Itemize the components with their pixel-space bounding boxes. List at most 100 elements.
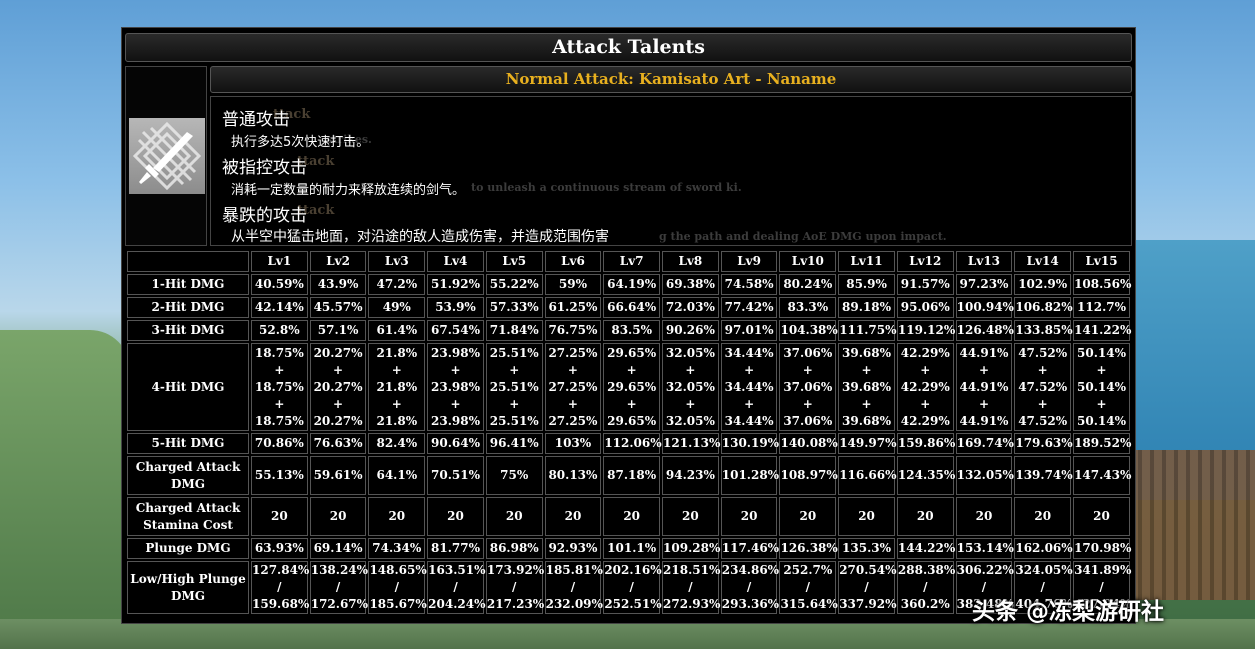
value-part: 185.67% xyxy=(369,597,427,611)
value-cell: 169.74% xyxy=(955,433,1014,454)
value-part: 138.24% xyxy=(310,563,369,577)
value-cell: 96.41% xyxy=(485,433,543,454)
section-heading: 暴跌的攻击 xyxy=(222,206,307,226)
background-dock xyxy=(1130,450,1255,600)
value-cell: 130.19% xyxy=(720,433,779,454)
value-cell: 74.58% xyxy=(720,274,778,295)
value-part: 232.09% xyxy=(545,597,603,611)
value-cell: 112.7% xyxy=(1073,297,1130,318)
level-header: Lv14 xyxy=(1014,251,1072,272)
value-part: 23.98% xyxy=(431,379,480,394)
value-part: 25.51% xyxy=(489,413,539,428)
value-cell: 100.94% xyxy=(955,297,1014,318)
value-cell: 40.59% xyxy=(251,274,308,295)
value-cell: 95.06% xyxy=(896,297,954,318)
value-joiner: / xyxy=(746,580,752,594)
value-part: 47.52% xyxy=(1018,379,1068,394)
value-cell: 77.42% xyxy=(720,297,778,318)
value-cell: 47.52% +47.52% +47.52% xyxy=(1014,343,1072,431)
value-part: 21.8% xyxy=(376,345,418,360)
value-part: 185.81% xyxy=(545,563,603,577)
value-cell: 63.93% xyxy=(251,538,308,559)
value-part: 252.51% xyxy=(604,597,662,611)
table-row: 4-Hit DMG 18.75% +18.75% +18.75% 20.27% +20.2… xyxy=(127,343,1130,431)
table-row: 3-Hit DMG 52.8% 57.1% 61.4% 67.54% 71.84% 76.7… xyxy=(127,320,1131,341)
value-joiner: + xyxy=(744,362,755,377)
value-cell: 18.75% +18.75% +18.75% xyxy=(251,343,308,431)
value-part: 34.44% xyxy=(724,413,774,428)
section-heading: 被指控攻击 xyxy=(222,158,307,178)
value-cell: 270.54% / 337.92% xyxy=(838,561,897,614)
value-cell: 64.1% xyxy=(368,456,426,495)
value-cell: 55.22% xyxy=(485,274,543,295)
value-cell: 20 xyxy=(838,497,895,536)
value-part: 37.06% xyxy=(783,413,833,428)
value-cell: 218.51% / 272.93% xyxy=(662,561,720,614)
row-label: 4-Hit DMG xyxy=(127,343,249,431)
value-cell: 27.25% +27.25% +27.25% xyxy=(544,343,602,431)
value-cell: 69.14% xyxy=(309,538,367,559)
level-header: Lv7 xyxy=(603,251,661,272)
value-cell: 20 xyxy=(1014,497,1072,536)
value-cell: 20 xyxy=(427,497,484,536)
value-cell: 159.86% xyxy=(896,433,955,454)
row-label: Plunge DMG xyxy=(127,538,249,559)
value-cell: 45.57% xyxy=(309,297,367,318)
value-part: 341.89% xyxy=(1074,563,1132,577)
table-header-row: Lv1 Lv2 Lv3 Lv4 Lv5 Lv6 Lv7 Lv8 Lv9 Lv10 Lv11 Lv12 L… xyxy=(127,251,1130,272)
value-part: 34.44% xyxy=(724,345,774,360)
value-cell: 132.05% xyxy=(955,456,1014,495)
level-header: Lv3 xyxy=(368,251,426,272)
value-cell: 148.65% / 185.67% xyxy=(368,561,427,614)
value-part: 21.8% xyxy=(376,413,418,428)
value-cell: 149.97% xyxy=(838,433,897,454)
value-joiner: + xyxy=(626,396,637,411)
value-part: 32.05% xyxy=(665,379,715,394)
value-cell: 20.27% +20.27% +20.27% xyxy=(309,343,367,431)
value-cell: 97.23% xyxy=(955,274,1013,295)
value-cell: 39.68% +39.68% +39.68% xyxy=(838,343,895,431)
value-cell: 86.98% xyxy=(485,538,543,559)
sword-talent-icon xyxy=(129,118,205,194)
section-text: 从半空中猛击地面，对沿途的敌人造成伤害，并造成范围伤害 xyxy=(231,229,609,245)
value-part: 163.51% xyxy=(428,563,486,577)
value-part: 204.24% xyxy=(428,597,486,611)
attack-talents-panel: Attack Talents Normal Attack: Kamisato A… xyxy=(121,27,1136,624)
value-cell: 82.4% xyxy=(368,433,426,454)
value-cell: 47.2% xyxy=(368,274,426,295)
value-part: 34.44% xyxy=(724,379,774,394)
value-part: 20.27% xyxy=(313,413,363,428)
value-cell: 44.91% +44.91% +44.91% xyxy=(955,343,1013,431)
value-joiner: / xyxy=(688,580,693,594)
value-cell: 138.24% / 172.67% xyxy=(309,561,369,614)
value-part: 202.16% xyxy=(604,563,662,577)
level-header: Lv9 xyxy=(720,251,778,272)
value-cell: 80.24% xyxy=(779,274,837,295)
value-cell: 72.03% xyxy=(662,297,719,318)
table-row: 5-Hit DMG 70.86% 76.63% 82.4% 90.64% 96.41% 10… xyxy=(127,433,1131,454)
value-joiner: + xyxy=(802,396,813,411)
value-cell: 50.14% +50.14% +50.14% xyxy=(1073,343,1130,431)
value-cell: 66.64% xyxy=(603,297,661,318)
value-joiner: + xyxy=(567,362,578,377)
value-cell: 20 xyxy=(603,497,661,536)
value-part: 47.52% xyxy=(1018,345,1068,360)
value-joiner: + xyxy=(1037,362,1048,377)
value-part: 29.65% xyxy=(607,413,657,428)
value-cell: 71.84% xyxy=(485,320,543,341)
value-joiner: + xyxy=(450,362,461,377)
value-cell: 20 xyxy=(368,497,426,536)
value-joiner: + xyxy=(685,362,696,377)
talent-description: ttack strikes. ttack to unleash a contin… xyxy=(210,96,1132,246)
value-part: 29.65% xyxy=(607,379,657,394)
value-joiner: + xyxy=(333,396,344,411)
section-text: 消耗一定数量的耐力来释放连续的剑气。 xyxy=(231,183,466,198)
value-cell: 133.85% xyxy=(1014,320,1073,341)
value-joiner: + xyxy=(1096,396,1107,411)
value-joiner: / xyxy=(570,580,576,594)
value-part: 27.25% xyxy=(548,379,598,394)
value-cell: 34.44% +34.44% +34.44% xyxy=(720,343,778,431)
value-joiner: / xyxy=(512,580,517,594)
value-cell: 189.52% xyxy=(1073,433,1131,454)
value-part: 270.54% xyxy=(839,563,897,577)
